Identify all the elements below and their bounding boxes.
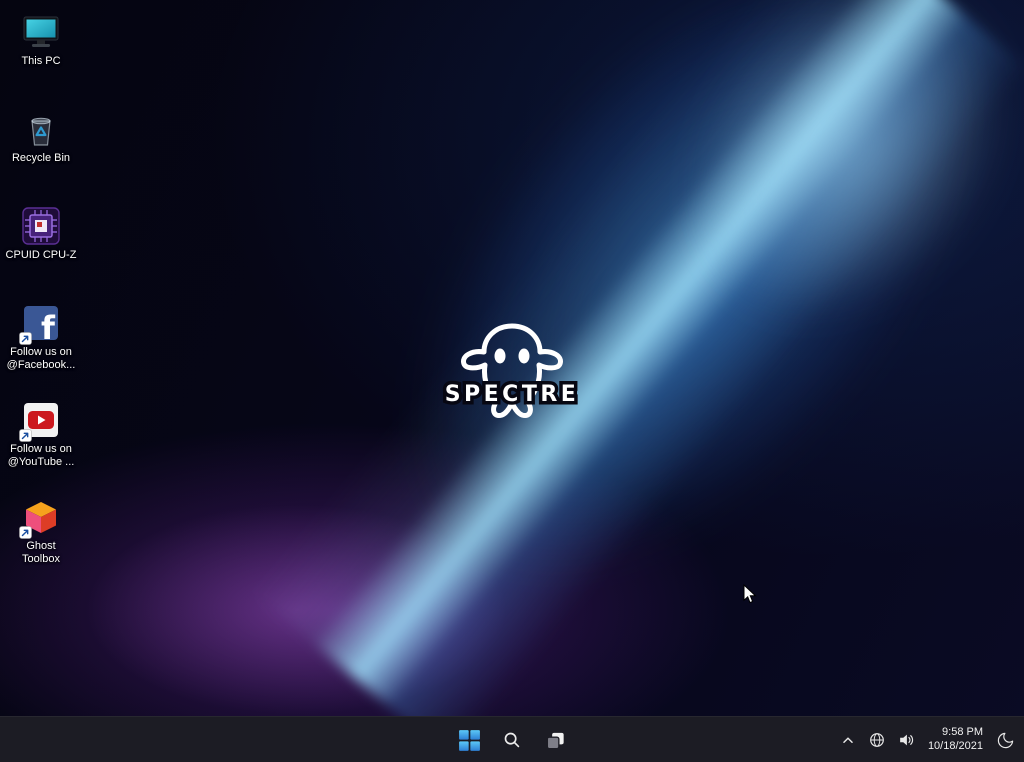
network-globe-icon bbox=[870, 733, 884, 747]
svg-text:f: f bbox=[41, 309, 56, 343]
this-pc-icon bbox=[21, 12, 61, 52]
desktop-icon-recycle-bin[interactable]: Recycle Bin bbox=[2, 103, 80, 200]
network-button[interactable] bbox=[863, 720, 891, 760]
desktop-icon-this-pc[interactable]: This PC bbox=[2, 6, 80, 103]
spectre-logo-text: SPECTRE bbox=[445, 382, 580, 407]
ghost-toolbox-icon bbox=[19, 497, 61, 539]
moon-icon bbox=[997, 732, 1014, 748]
spectre-logo: SPECTRE bbox=[432, 318, 592, 442]
desktop-icon-list: This PC Recycle Bin CPUID CPU-Z f Follow… bbox=[2, 6, 80, 588]
windows-start-icon bbox=[458, 729, 480, 751]
shortcut-arrow-icon bbox=[19, 332, 32, 345]
hidden-icons-button[interactable] bbox=[834, 720, 862, 760]
start-button[interactable] bbox=[449, 720, 489, 760]
taskbar: 9:58 PM 10/18/2021 bbox=[0, 716, 1024, 762]
search-button[interactable] bbox=[492, 720, 532, 760]
volume-icon bbox=[900, 734, 914, 746]
recycle-bin-icon bbox=[21, 109, 61, 149]
desktop-icon-facebook[interactable]: f Follow us on @Facebook... bbox=[2, 297, 80, 394]
ghost-icon: SPECTRE bbox=[441, 323, 580, 419]
taskbar-clock[interactable]: 9:58 PM 10/18/2021 bbox=[921, 726, 990, 754]
facebook-icon: f bbox=[19, 303, 61, 347]
clock-date: 10/18/2021 bbox=[927, 740, 983, 752]
cpu-z-icon bbox=[21, 206, 61, 246]
desktop-icon-label: Recycle Bin bbox=[11, 152, 71, 164]
shortcut-arrow-icon bbox=[19, 429, 32, 442]
shortcut-arrow-icon bbox=[19, 526, 32, 539]
desktop-icon-label: CPUID CPU-Z bbox=[5, 249, 77, 261]
desktop-icon-youtube[interactable]: Follow us on @YouTube ... bbox=[2, 394, 80, 491]
volume-button[interactable] bbox=[892, 720, 920, 760]
task-view-icon bbox=[546, 732, 564, 749]
desktop-icon-label: Follow us on @YouTube ... bbox=[7, 443, 75, 468]
system-tray: 9:58 PM 10/18/2021 bbox=[834, 717, 1020, 762]
desktop-icon-label: Ghost Toolbox bbox=[22, 540, 60, 565]
clock-time: 9:58 PM bbox=[942, 726, 983, 739]
taskbar-center-group bbox=[449, 717, 575, 762]
desktop-icon-cpuid-cpu-z[interactable]: CPUID CPU-Z bbox=[2, 200, 80, 297]
night-mode-button[interactable] bbox=[991, 720, 1020, 760]
youtube-icon bbox=[19, 400, 61, 442]
task-view-button[interactable] bbox=[535, 720, 575, 760]
desktop-icon-label: Follow us on @Facebook... bbox=[6, 346, 76, 371]
chevron-up-icon bbox=[843, 737, 853, 743]
desktop-icon-ghost-toolbox[interactable]: Ghost Toolbox bbox=[2, 491, 80, 588]
search-icon bbox=[504, 732, 520, 748]
desktop[interactable]: SPECTRE This PC Recycle Bin CPUID CPU-Z … bbox=[0, 0, 1024, 762]
desktop-icon-label: This PC bbox=[21, 55, 61, 67]
